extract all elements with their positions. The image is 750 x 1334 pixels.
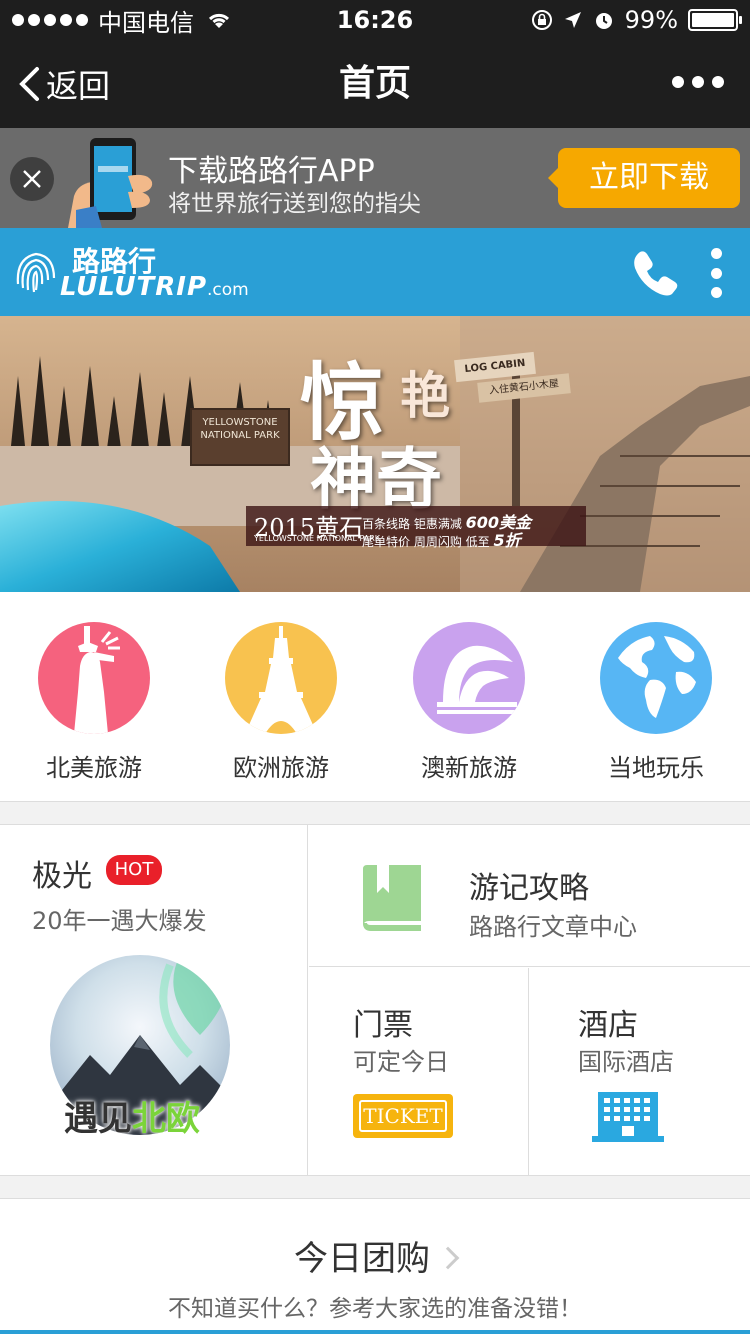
page-title: 首页: [338, 63, 411, 104]
aurora-subtitle: 20年一遇大爆发: [32, 907, 207, 935]
deal-discount: 5折: [493, 531, 521, 550]
eiffel-tower-icon: [225, 622, 337, 734]
category-label: 北美旅游: [46, 754, 142, 782]
category-label: 欧洲旅游: [233, 754, 329, 782]
brand-name-en-text: LULUTRIP: [60, 272, 208, 302]
brand-domain: .com: [207, 280, 249, 300]
hero-headline-2: 艳: [400, 366, 450, 425]
close-icon: [23, 170, 41, 188]
category-australia-nz[interactable]: 澳新旅游: [394, 622, 544, 783]
battery-icon: [688, 9, 742, 31]
close-banner-button[interactable]: [10, 157, 54, 201]
brand-header: 路路行 LULUTRIP.com: [0, 228, 750, 316]
fingerprint-logo-icon: [16, 252, 56, 293]
aurora-caption: 遇见北欧: [64, 1091, 200, 1140]
category-local-fun[interactable]: 当地玩乐: [581, 622, 731, 783]
guide-title: 游记攻略: [469, 871, 589, 906]
brand-name-en: LULUTRIP.com: [60, 272, 249, 302]
status-right: 99%: [531, 0, 742, 40]
ticket-icon-text: TICKET: [363, 1104, 443, 1128]
ticket-title: 门票: [353, 1008, 413, 1043]
hotel-subtitle: 国际酒店: [578, 1048, 674, 1076]
category-label: 澳新旅游: [421, 754, 517, 782]
ticket-card[interactable]: 门票 可定今日 TICKET: [309, 968, 529, 1175]
hotel-title: 酒店: [578, 1008, 638, 1043]
hero-banner[interactable]: YELLOWSTONE NATIONAL PARK LOG CABIN 入住黄石…: [0, 316, 750, 592]
hotel-building-icon: [592, 1092, 664, 1142]
sydney-opera-house-icon: [413, 622, 525, 734]
download-app-banner: 下载路路行APP 将世界旅行送到您的指尖 立即下载: [0, 128, 750, 228]
alarm-icon: [595, 13, 612, 29]
download-subtitle: 将世界旅行送到您的指尖: [168, 191, 421, 217]
group-buy-subtitle: 不知道买什么？参考大家选的准备没错！: [168, 1296, 582, 1322]
category-north-america[interactable]: 北美旅游: [19, 622, 169, 783]
guide-subtitle: 路路行文章中心: [469, 913, 637, 941]
aurora-title: 极光: [32, 859, 92, 894]
yellowstone-sign: YELLOWSTONE NATIONAL PARK: [190, 408, 290, 466]
book-icon: [363, 865, 421, 931]
bottom-divider: [0, 1330, 750, 1334]
ticket-icon: TICKET: [353, 1094, 453, 1138]
hero-deal-line-2: 尾单特价 周周闪购 低至 5折: [362, 527, 521, 551]
hotel-card[interactable]: 酒店 国际酒店: [530, 968, 750, 1175]
more-menu-button[interactable]: [672, 76, 724, 88]
deal-line-2-text: 尾单特价 周周闪购 低至: [362, 535, 490, 549]
status-bar: 中国电信 16:26 99%: [0, 0, 750, 40]
group-buy-title: 今日团购: [294, 1239, 430, 1279]
group-buy-section: 今日团购 不知道买什么？参考大家选的准备没错！: [0, 1198, 750, 1334]
brand-menu-button[interactable]: [708, 248, 724, 298]
hot-badge: HOT: [106, 855, 162, 885]
download-now-button[interactable]: 立即下载: [548, 148, 740, 208]
statue-of-liberty-icon: [38, 622, 150, 734]
group-buy-title-link[interactable]: 今日团购: [0, 1231, 750, 1280]
aurora-promo-card[interactable]: 极光 HOT 20年一遇大爆发 遇见北欧: [0, 825, 308, 1175]
globe-icon: [600, 622, 712, 734]
nav-bar: 返回 首页: [0, 40, 750, 128]
category-row: 北美旅游 欧洲旅游 澳新旅游 当地玩乐: [0, 592, 750, 802]
aurora-caption-b: 北欧: [132, 1099, 200, 1139]
battery-percent: 99%: [624, 6, 678, 34]
chevron-right-icon: [436, 1246, 460, 1269]
category-label: 当地玩乐: [608, 754, 704, 782]
ticket-subtitle: 可定今日: [353, 1048, 449, 1076]
feature-grid: 极光 HOT 20年一遇大爆发 遇见北欧 游记攻略 路路行文章中心 门票 可定今…: [0, 824, 750, 1176]
battery-fill: [692, 13, 734, 27]
location-icon: [564, 12, 581, 28]
category-europe[interactable]: 欧洲旅游: [206, 622, 356, 783]
phone-in-hand-icon: [68, 138, 153, 228]
orientation-lock-icon: [531, 10, 552, 30]
aurora-caption-a: 遇见: [64, 1099, 132, 1139]
travel-guide-card[interactable]: 游记攻略 路路行文章中心: [309, 825, 750, 967]
hero-promo-strip: 2015黄石 YELLOWSTONE NATIONAL PARK 百条线路 钜惠…: [246, 506, 586, 550]
phone-call-button[interactable]: [630, 248, 680, 298]
